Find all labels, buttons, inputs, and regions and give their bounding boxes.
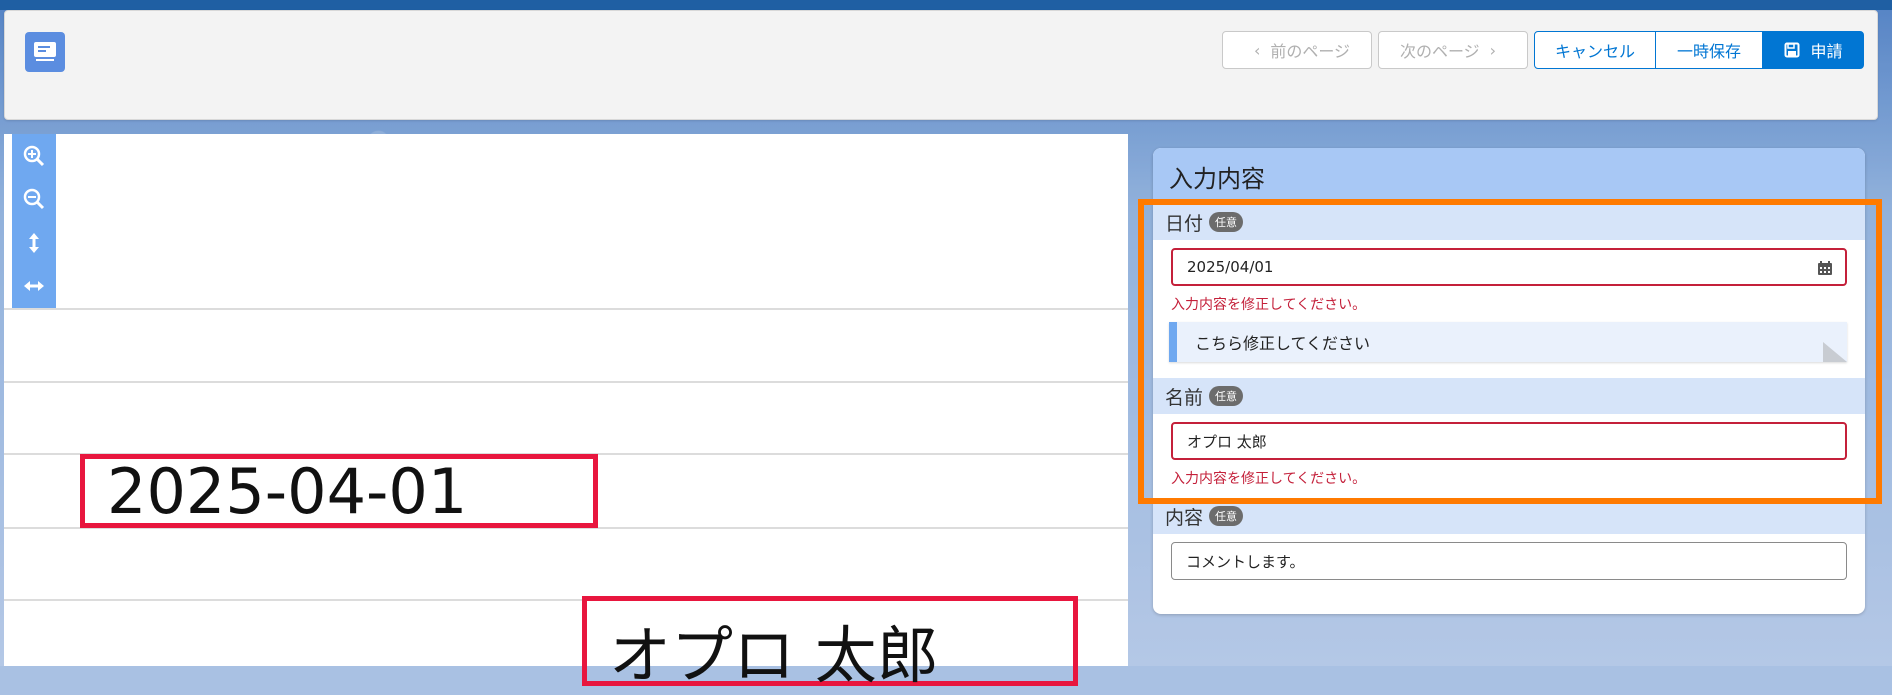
content-label-text: 内容	[1165, 506, 1204, 529]
cancel-button[interactable]: キャンセル	[1534, 31, 1656, 69]
content-input[interactable]: コメントします。	[1171, 542, 1847, 580]
chevron-right-icon: ›	[1489, 40, 1497, 60]
form-rule-line	[4, 381, 1128, 383]
document-date-text: 2025-04-01	[107, 454, 468, 528]
viewer-toolbar	[12, 134, 56, 308]
cancel-label: キャンセル	[1554, 42, 1635, 61]
zoom-in-button[interactable]	[12, 134, 56, 178]
submit-label: 申請	[1810, 42, 1843, 61]
content-input-value: コメントします。	[1186, 552, 1305, 571]
app-icon	[25, 32, 65, 72]
temp-save-button[interactable]: 一時保存	[1656, 31, 1763, 69]
zoom-in-icon	[23, 145, 45, 166]
highlight-frame	[1138, 199, 1882, 504]
page-header: ‹ 前のページ 次のページ › キャンセル 一時保存 申請	[4, 10, 1878, 120]
top-band	[0, 0, 1892, 10]
submit-button[interactable]: 申請	[1763, 31, 1864, 69]
document-viewer: 2025-04-01 オプロ 太郎	[4, 134, 1128, 692]
zoom-out-icon	[23, 189, 45, 210]
form-rule-line	[4, 308, 1128, 310]
panel-title-text: 入力内容	[1169, 164, 1265, 193]
next-page-button[interactable]: 次のページ ›	[1378, 31, 1528, 69]
temp-save-label: 一時保存	[1676, 42, 1741, 61]
zoom-out-button[interactable]	[12, 178, 56, 222]
panel-title: 入力内容	[1153, 148, 1865, 204]
prev-page-button[interactable]: ‹ 前のページ	[1222, 31, 1372, 69]
prev-page-label: 前のページ	[1270, 42, 1351, 61]
fit-width-icon	[24, 281, 44, 292]
chevron-left-icon: ‹	[1253, 40, 1261, 60]
action-button-group: キャンセル 一時保存 申請	[1534, 31, 1864, 69]
document-name-text: オプロ 太郎	[609, 619, 939, 692]
fit-width-button[interactable]	[12, 265, 56, 309]
save-icon	[1784, 42, 1800, 58]
next-page-label: 次のページ	[1399, 42, 1480, 61]
document-name-box[interactable]: オプロ 太郎	[582, 596, 1078, 692]
document-date-box[interactable]: 2025-04-01	[80, 454, 598, 528]
fit-height-button[interactable]	[12, 221, 56, 265]
fit-height-icon	[29, 232, 39, 253]
optional-badge: 任意	[1209, 506, 1244, 526]
form-icon	[34, 42, 56, 61]
